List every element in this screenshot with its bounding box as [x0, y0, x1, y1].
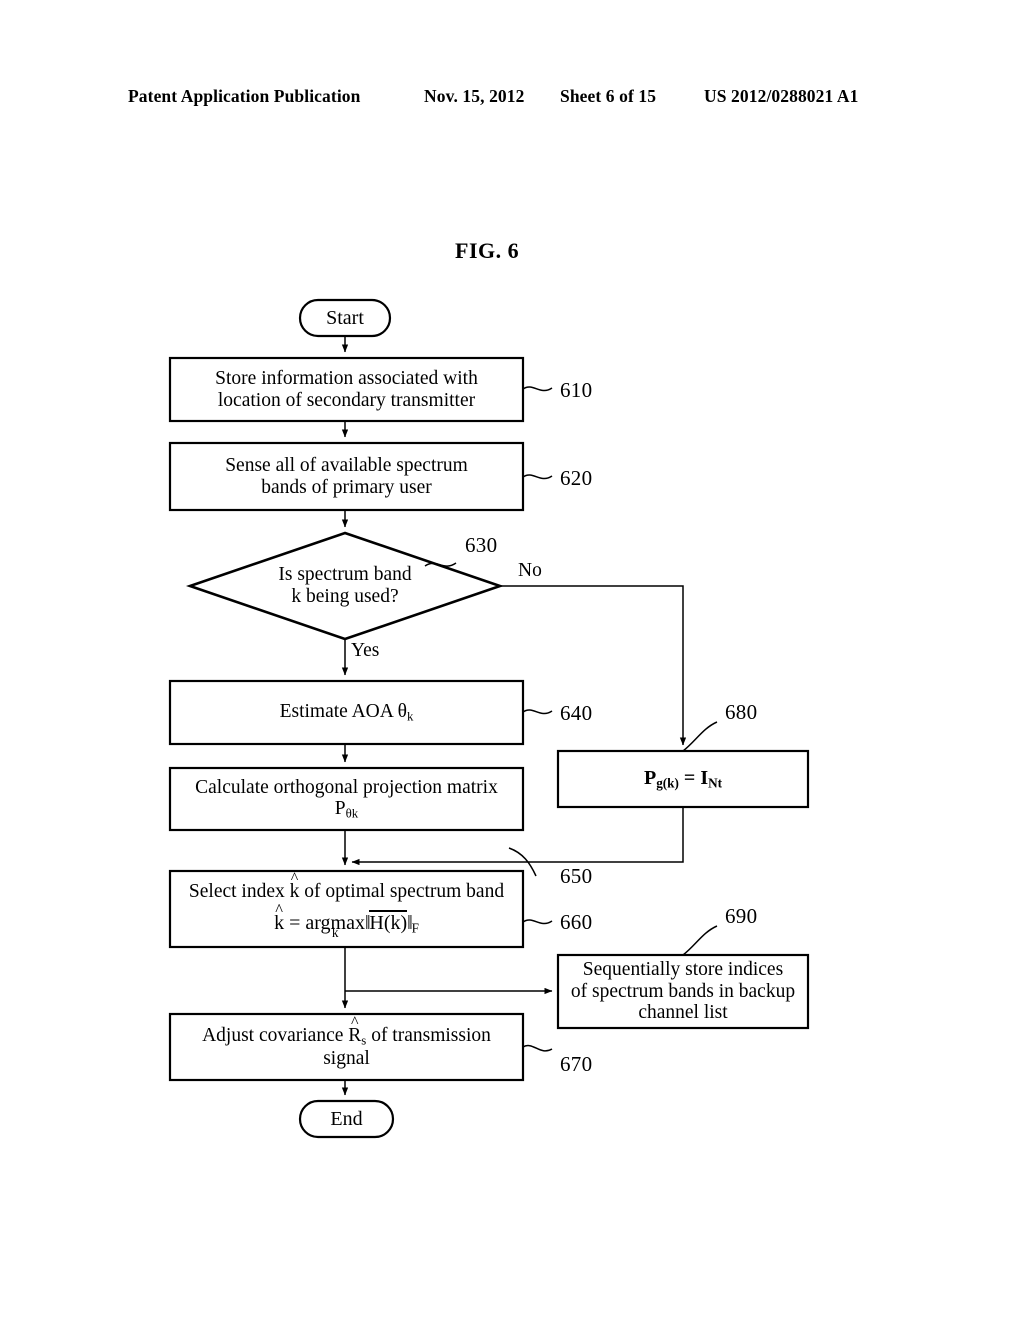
flow-node-670-line1-a: Adjust covariance	[202, 1024, 349, 1046]
flow-node-620-line1: Sense all of available spectrum	[225, 454, 468, 476]
header-sheet-text: Sheet 6 of 15	[560, 86, 657, 106]
flow-node-680-P: P	[643, 766, 657, 789]
page-header: Patent Application Publication Nov. 15, …	[0, 86, 1024, 112]
flow-node-630: Is spectrum band k being used?	[225, 560, 465, 612]
flow-node-660-hat-icon: ^	[290, 870, 299, 888]
flow-node-610-line1: Store information associated with	[215, 367, 478, 389]
flow-end-terminator: End	[300, 1101, 393, 1137]
flow-ref-620: 620	[560, 466, 593, 490]
flow-node-660-overbar-icon	[369, 910, 408, 912]
flow-node-610-line2: location of secondary transmitter	[217, 389, 476, 411]
flow-node-690-line2: of spectrum bands in backup	[570, 980, 796, 1002]
flow-node-660-formula-norm: H(k)	[369, 912, 408, 935]
flow-start-terminator: Start	[300, 300, 390, 336]
flow-node-680-Isub: Nt	[708, 775, 723, 791]
flow-node-620-line2: bands of primary user	[261, 476, 432, 498]
flow-ref-640: 640	[560, 701, 593, 725]
flow-node-660-formula-opsub: k	[331, 924, 339, 940]
flow-node-650-line2: P	[334, 798, 346, 820]
flow-ref-670: 670	[560, 1052, 593, 1076]
flow-node-660: Select index ^ k of optimal spectrum band…	[188, 870, 505, 940]
flowchart-diagram	[0, 0, 1024, 1320]
flow-node-630-line1: Is spectrum band	[278, 564, 412, 586]
flow-ref-680: 680	[725, 700, 758, 724]
flow-ref-630: 630	[465, 533, 498, 557]
header-patent-number: US 2012/0288021 A1	[704, 86, 859, 106]
flow-node-690-line1: Sequentially store indices	[582, 958, 784, 980]
flow-node-660-formula-normsub: F	[411, 920, 419, 936]
figure-label: FIG. 6	[455, 238, 520, 263]
flow-ref-610: 610	[560, 378, 593, 402]
flow-branch-yes-label: Yes	[351, 640, 380, 661]
flow-node-610: Store information associated with locati…	[170, 358, 523, 421]
flow-node-620: Sense all of available spectrum bands of…	[170, 443, 523, 510]
flow-node-670: Adjust covariance ^ Rs of transmission si…	[170, 1014, 523, 1080]
flow-node-680-eq: =	[683, 766, 696, 789]
flow-node-670-hat-icon: ^	[351, 1013, 359, 1031]
flow-ref-650: 650	[560, 864, 593, 888]
header-date-text: Nov. 15, 2012	[424, 86, 525, 106]
header-publication-text: Patent Application Publication	[128, 86, 361, 106]
flow-node-640-line1: Estimate AOA θ	[279, 701, 407, 722]
flow-node-630-line2: k being used?	[291, 586, 399, 607]
flow-end-label: End	[330, 1107, 363, 1130]
flow-node-660-formula-hat-icon: ^	[275, 900, 283, 920]
flow-node-650-sub: θk	[345, 807, 359, 821]
flow-node-650: Calculate orthogonal projection matrix P…	[170, 768, 523, 830]
flow-node-660-formula-eq: =	[289, 912, 301, 935]
flow-node-670-line2: signal	[323, 1047, 370, 1069]
flow-node-680: Pg(k) = INt	[558, 751, 808, 807]
flow-ref-660: 660	[560, 910, 593, 934]
flow-node-640-sub: k	[406, 709, 414, 724]
flow-node-690: Sequentially store indices of spectrum b…	[558, 955, 808, 1028]
flow-ref-690: 690	[725, 904, 758, 928]
flow-node-660-line1-b: of optimal spectrum band	[299, 881, 505, 903]
flow-node-680-Psub: g(k)	[656, 775, 679, 791]
flow-node-650-line1: Calculate orthogonal projection matrix	[195, 776, 498, 798]
flow-node-670-line1-b: of transmission	[366, 1024, 491, 1046]
flow-node-680-I: I	[700, 766, 709, 789]
flow-start-label: Start	[326, 306, 364, 329]
flow-node-640: Estimate AOA θk	[170, 681, 523, 744]
flow-node-690-line3: channel list	[638, 1002, 728, 1024]
flow-branch-no-label: No	[518, 560, 542, 581]
